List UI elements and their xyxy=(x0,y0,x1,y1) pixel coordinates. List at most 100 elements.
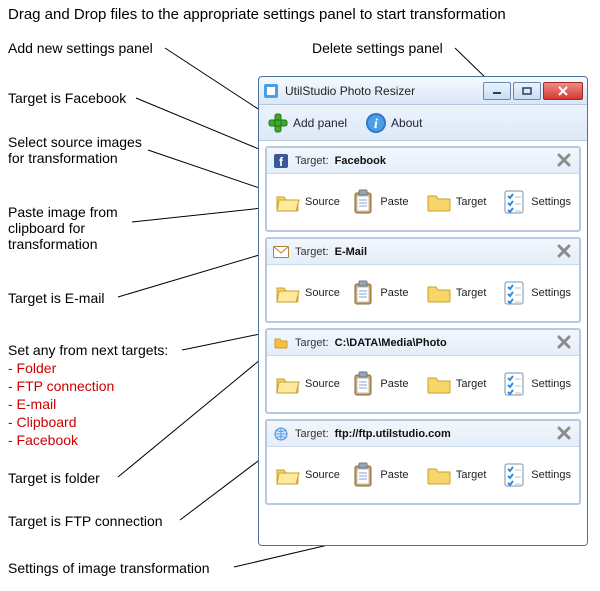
annotation-target-email: Target is E-mail xyxy=(8,290,104,307)
panel-header: f Target: Facebook xyxy=(267,148,579,174)
close-window-button[interactable] xyxy=(543,82,583,100)
folder-icon xyxy=(426,371,452,397)
settings-checklist-icon xyxy=(501,462,527,488)
facebook-icon: f xyxy=(273,153,289,169)
add-panel-button[interactable]: Add panel xyxy=(267,112,347,134)
annotation-paste-l2: clipboard for xyxy=(8,220,85,237)
folder-open-icon xyxy=(275,280,301,306)
target-label: Target xyxy=(456,469,487,481)
source-label: Source xyxy=(305,378,340,390)
target-label: Target xyxy=(456,287,487,299)
panel-body: Source Paste Target Settings xyxy=(267,174,579,230)
clipboard-icon xyxy=(350,462,376,488)
paste-label: Paste xyxy=(380,469,408,481)
settings-panel: f Target: Facebook Source Paste xyxy=(265,146,581,232)
panel-header: Target: ftp://ftp.utilstudio.com xyxy=(267,421,579,447)
plus-icon xyxy=(267,112,289,134)
settings-checklist-icon xyxy=(501,280,527,306)
panel-body: Source Paste Target Settings xyxy=(267,447,579,503)
x-icon xyxy=(557,426,571,440)
source-label: Source xyxy=(305,287,340,299)
svg-text:i: i xyxy=(374,117,378,132)
x-icon xyxy=(557,153,571,167)
settings-button[interactable]: Settings xyxy=(501,189,571,215)
ftp-globe-icon xyxy=(273,426,289,442)
target-button[interactable]: Target xyxy=(426,371,493,397)
folder-small-icon xyxy=(273,335,289,351)
toolbar: Add panel i About xyxy=(259,105,587,141)
settings-button[interactable]: Settings xyxy=(501,462,571,488)
annotation-add-panel: Add new settings panel xyxy=(8,40,153,57)
email-icon xyxy=(273,244,289,260)
settings-checklist-icon xyxy=(501,189,527,215)
minimize-icon xyxy=(492,87,502,95)
source-button[interactable]: Source xyxy=(275,189,342,215)
info-icon: i xyxy=(365,112,387,134)
panel-header: Target: E-Mail xyxy=(267,239,579,265)
delete-panel-button[interactable] xyxy=(557,426,573,442)
settings-panel: Target: E-Mail Source Paste Target xyxy=(265,237,581,323)
folder-icon xyxy=(426,462,452,488)
source-label: Source xyxy=(305,469,340,481)
annotation-set-target-folder: - Folder xyxy=(8,360,56,377)
close-icon xyxy=(557,86,569,96)
x-icon xyxy=(557,244,571,258)
window-title: UtilStudio Photo Resizer xyxy=(285,84,477,98)
settings-label-text: Settings xyxy=(531,378,571,390)
panel-target-label: Target: xyxy=(295,246,329,258)
x-icon xyxy=(557,335,571,349)
folder-icon xyxy=(426,189,452,215)
source-button[interactable]: Source xyxy=(275,462,342,488)
paste-button[interactable]: Paste xyxy=(350,280,417,306)
minimize-button[interactable] xyxy=(483,82,511,100)
target-label: Target xyxy=(456,196,487,208)
clipboard-icon xyxy=(350,280,376,306)
folder-icon xyxy=(426,280,452,306)
annotation-paste-l1: Paste image from xyxy=(8,204,118,221)
settings-panel: Target: ftp://ftp.utilstudio.com Source … xyxy=(265,419,581,505)
delete-panel-button[interactable] xyxy=(557,153,573,169)
maximize-button[interactable] xyxy=(513,82,541,100)
delete-panel-button[interactable] xyxy=(557,244,573,260)
paste-label: Paste xyxy=(380,378,408,390)
annotation-set-target-facebook: - Facebook xyxy=(8,432,78,449)
settings-label-text: Settings xyxy=(531,469,571,481)
settings-button[interactable]: Settings xyxy=(501,371,571,397)
panel-header: Target: C:\DATA\Media\Photo xyxy=(267,330,579,356)
titlebar[interactable]: UtilStudio Photo Resizer xyxy=(259,77,587,105)
panel-body: Source Paste Target Settings xyxy=(267,265,579,321)
delete-panel-button[interactable] xyxy=(557,335,573,351)
app-window: UtilStudio Photo Resizer Add panel i Ab xyxy=(258,76,588,546)
annotation-select-src-l2: for transformation xyxy=(8,150,118,167)
source-button[interactable]: Source xyxy=(275,371,342,397)
annotation-paste-l3: transformation xyxy=(8,236,97,253)
target-button[interactable]: Target xyxy=(426,280,493,306)
panel-target-value: E-Mail xyxy=(335,246,551,258)
panel-target-label: Target: xyxy=(295,428,329,440)
settings-checklist-icon xyxy=(501,371,527,397)
annotation-set-target-ftp: - FTP connection xyxy=(8,378,114,395)
target-button[interactable]: Target xyxy=(426,189,493,215)
panel-body: Source Paste Target Settings xyxy=(267,356,579,412)
panel-target-value: C:\DATA\Media\Photo xyxy=(335,337,551,349)
annotation-settings: Settings of image transformation xyxy=(8,560,210,577)
folder-open-icon xyxy=(275,371,301,397)
annotation-set-target-email: - E-mail xyxy=(8,396,56,413)
folder-open-icon xyxy=(275,189,301,215)
about-button[interactable]: i About xyxy=(365,112,422,134)
settings-label-text: Settings xyxy=(531,287,571,299)
settings-label-text: Settings xyxy=(531,196,571,208)
panel-target-value: ftp://ftp.utilstudio.com xyxy=(335,428,551,440)
paste-button[interactable]: Paste xyxy=(350,189,417,215)
target-button[interactable]: Target xyxy=(426,462,493,488)
app-icon xyxy=(263,83,279,99)
paste-label: Paste xyxy=(380,287,408,299)
annotation-delete-panel: Delete settings panel xyxy=(312,40,443,57)
settings-button[interactable]: Settings xyxy=(501,280,571,306)
paste-button[interactable]: Paste xyxy=(350,462,417,488)
add-panel-label: Add panel xyxy=(293,116,347,130)
target-label: Target xyxy=(456,378,487,390)
folder-open-icon xyxy=(275,462,301,488)
source-button[interactable]: Source xyxy=(275,280,342,306)
paste-button[interactable]: Paste xyxy=(350,371,417,397)
